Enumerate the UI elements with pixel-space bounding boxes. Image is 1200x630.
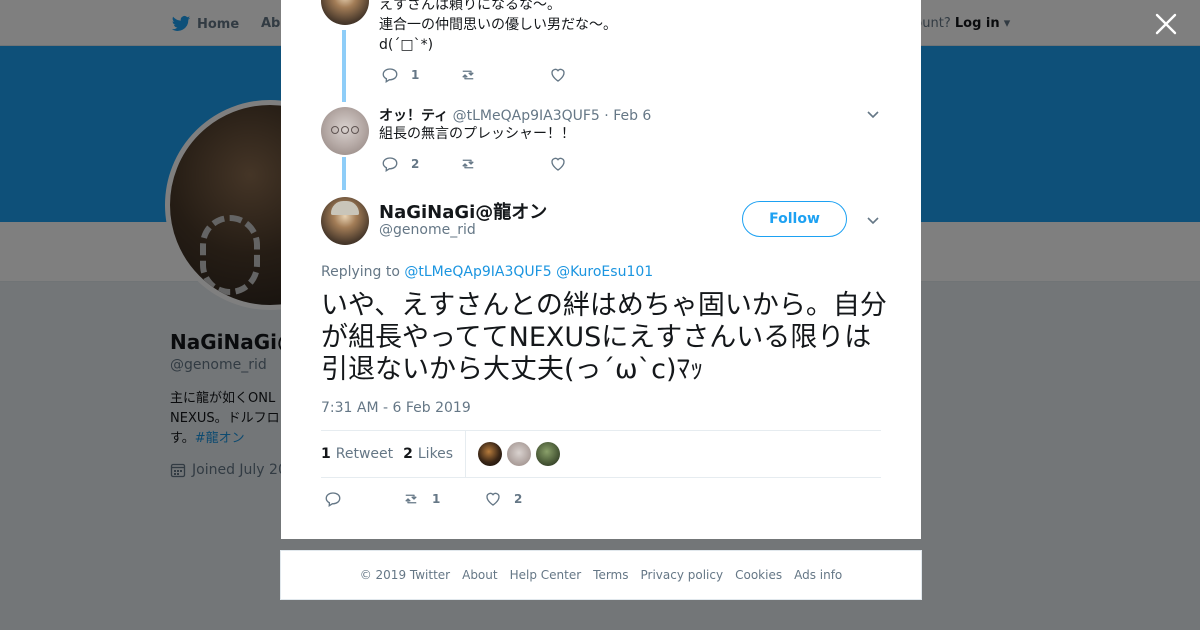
tweet-avatar[interactable]: [321, 107, 369, 155]
heart-icon: [551, 157, 565, 171]
reply-count: 2: [411, 157, 420, 171]
like-button[interactable]: [549, 155, 567, 173]
reply-icon: [382, 157, 398, 173]
prev-tweet-actions: 1: [381, 66, 567, 84]
retweet-button[interactable]: [459, 66, 549, 84]
prev-tweet-text: えすさんは頼りになるな〜。 連合一の仲間思いの優しい男だな〜。 d(´□`*): [379, 0, 617, 55]
thread-line: [342, 157, 346, 190]
reply-tweet-actions: 2: [381, 155, 567, 173]
retweet-icon: [405, 494, 417, 504]
replying-to-prefix: Replying to: [321, 264, 400, 280]
tweet-text-line: d(´□`*): [379, 37, 434, 53]
tweet-text-line: 連合一の仲間思いの優しい男だな〜。: [379, 17, 617, 33]
mention-link[interactable]: @KuroEsu101: [556, 264, 653, 280]
reply-tweet-text: 組長の無言のプレッシャー！！: [379, 126, 575, 142]
main-tweet-author-handle[interactable]: @genome_rid: [379, 222, 476, 238]
reply-button[interactable]: [324, 490, 402, 508]
mention-link[interactable]: @tLMeQAp9IA3QUF5: [404, 264, 551, 280]
stats-separator: [465, 431, 467, 477]
like-count: 2: [514, 492, 523, 506]
tweet-modal: えすさんは頼りになるな〜。 連合一の仲間思いの優しい男だな〜。 d(´□`*) …: [281, 0, 921, 539]
retweet-button[interactable]: [459, 155, 549, 173]
retweets-label: Retweet: [335, 446, 394, 462]
tweet-author-name[interactable]: オッ！ティ: [379, 108, 448, 124]
likes-label: Likes: [417, 446, 454, 462]
divider: [321, 477, 881, 478]
retweets-stat[interactable]: 1 Retweet: [321, 446, 393, 462]
liker-avatar[interactable]: [507, 442, 532, 466]
like-button[interactable]: 2: [484, 490, 522, 508]
replying-to: Replying to @tLMeQAp9IA3QUF5 @KuroEsu101: [321, 264, 653, 280]
chevron-down-icon[interactable]: [866, 213, 880, 227]
retweets-count: 1: [321, 446, 331, 462]
liker-avatar[interactable]: [478, 442, 503, 466]
retweet-icon: [462, 159, 474, 169]
thread-line: [342, 30, 346, 102]
like-button[interactable]: [549, 66, 567, 84]
liker-avatar[interactable]: [536, 442, 561, 466]
retweet-count: 1: [432, 492, 441, 506]
main-tweet-actions: 1 2: [324, 490, 522, 508]
follow-button[interactable]: Follow: [742, 201, 847, 237]
tweet-avatar[interactable]: [321, 0, 369, 25]
tweet-stats: 1 Retweet 2 Likes: [321, 431, 565, 477]
footer-link-cookies[interactable]: Cookies: [735, 568, 782, 582]
footer-link-terms[interactable]: Terms: [593, 568, 628, 582]
close-icon[interactable]: [1154, 12, 1178, 36]
footer-link-ads-info[interactable]: Ads info: [794, 568, 842, 582]
heart-icon: [486, 492, 500, 506]
modal-footer: © 2019 Twitter About Help Center Terms P…: [280, 550, 922, 600]
chevron-down-icon[interactable]: [866, 107, 880, 121]
tweet-author-handle[interactable]: @tLMeQAp9IA3QUF5: [453, 108, 600, 124]
reply-icon: [382, 68, 398, 84]
tweet-timestamp[interactable]: 7:31 AM - 6 Feb 2019: [321, 400, 471, 416]
tweet-avatar[interactable]: [321, 197, 369, 245]
reply-icon: [325, 492, 341, 508]
heart-icon: [551, 68, 565, 82]
tweet-date[interactable]: · Feb 6: [604, 108, 651, 124]
reply-button[interactable]: 2: [381, 155, 459, 173]
footer-link-privacy[interactable]: Privacy policy: [641, 568, 724, 582]
footer-copyright: © 2019 Twitter: [359, 568, 451, 582]
reply-button[interactable]: 1: [381, 66, 459, 84]
main-tweet-text: いや、えすさんとの絆はめちゃ固いから。自分が組長やっててNEXUSにえすさんいる…: [321, 290, 887, 385]
retweet-button[interactable]: 1: [402, 490, 484, 508]
retweet-icon: [462, 70, 474, 80]
tweet-header: オッ！ティ @tLMeQAp9IA3QUF5 · Feb 6: [379, 105, 651, 125]
likes-stat[interactable]: 2 Likes: [403, 446, 453, 462]
footer-link-help-center[interactable]: Help Center: [510, 568, 582, 582]
reply-count: 1: [411, 68, 420, 82]
main-tweet-author-name[interactable]: NaGiNaGi@龍オン: [379, 198, 547, 224]
footer-link-about[interactable]: About: [462, 568, 497, 582]
tweet-text-line: えすさんは頼りになるな〜。: [379, 0, 561, 13]
likes-count: 2: [403, 446, 413, 462]
